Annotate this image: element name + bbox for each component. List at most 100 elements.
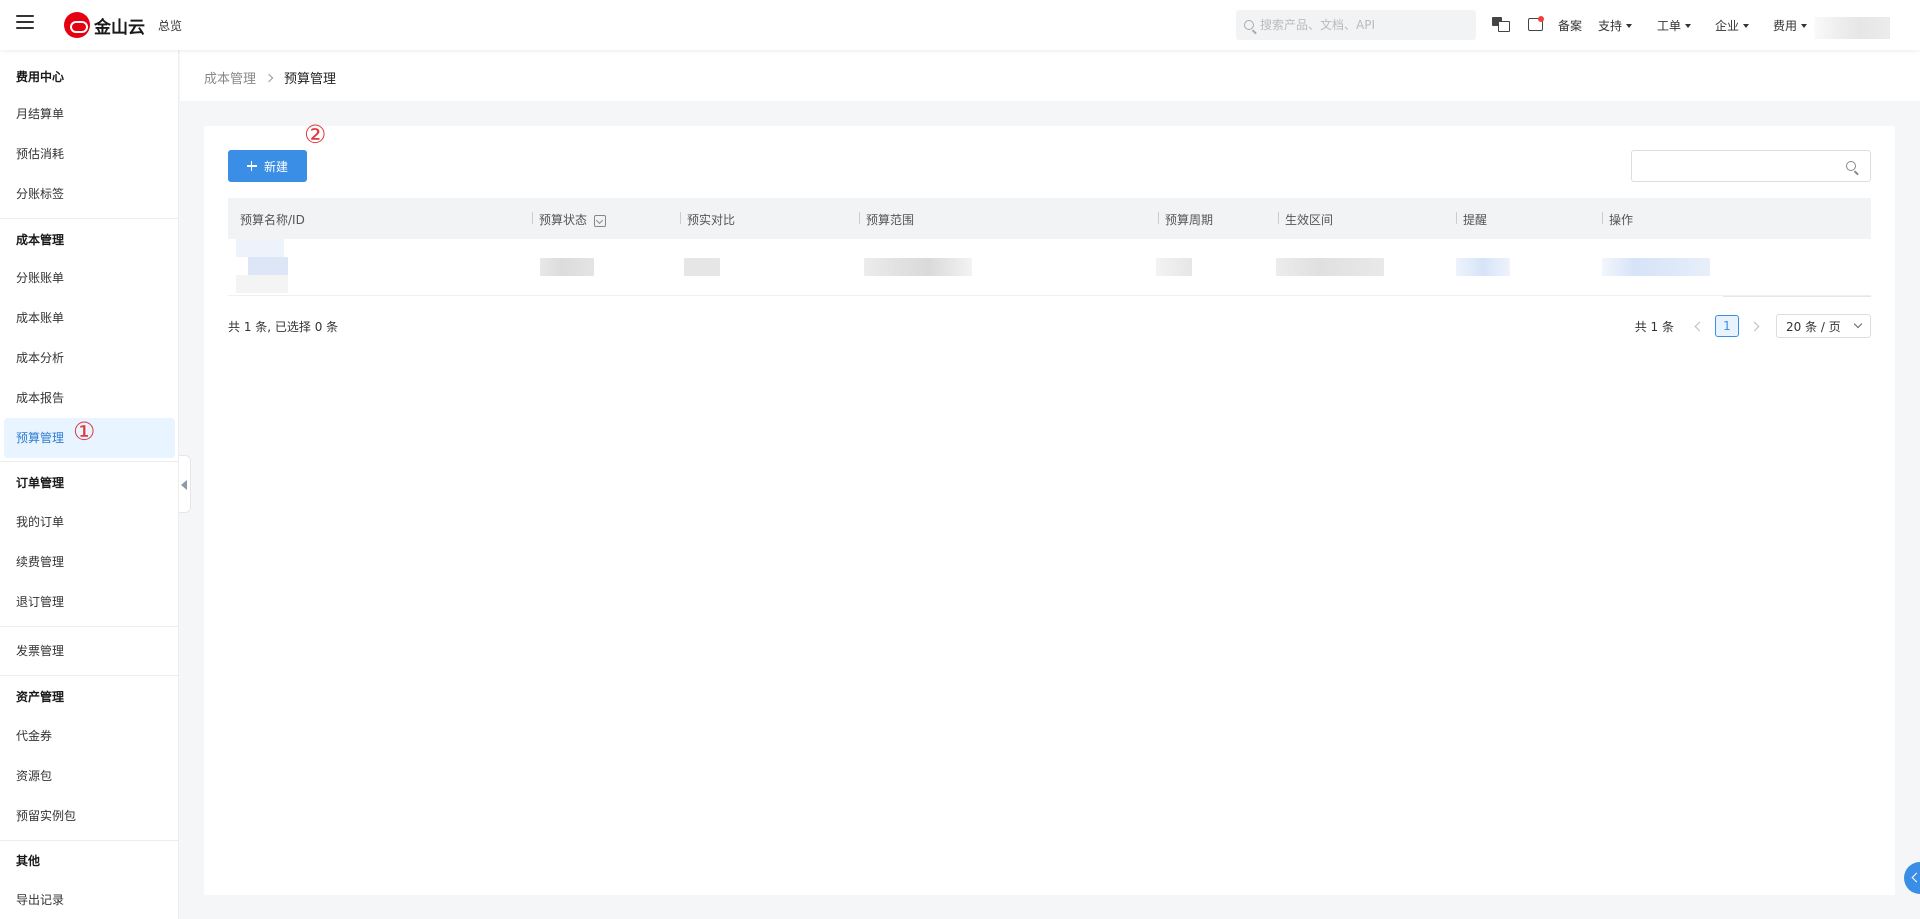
logo-text: 金山云 (94, 17, 145, 38)
sidebar-collapse-handle[interactable] (179, 455, 191, 513)
sidebar-item-unsubscribe-management[interactable]: 退订管理 (16, 593, 64, 610)
sidebar-group-other: 其他 (16, 854, 41, 868)
budget-period-cell (1156, 258, 1192, 276)
budget-status-cell (540, 258, 594, 276)
budget-scope-cell (864, 258, 972, 276)
actual-vs-cell (684, 258, 720, 276)
sidebar-item-voucher[interactable]: 代金券 (16, 727, 52, 744)
user-account[interactable] (1814, 17, 1890, 39)
overview-link[interactable]: 总览 (158, 17, 182, 34)
column-divider (859, 212, 860, 224)
column-header-status: 预算状态 (539, 211, 607, 228)
sidebar-group-cost-management: 成本管理 (16, 233, 65, 247)
table-row[interactable] (228, 239, 1871, 296)
column-divider (1602, 212, 1603, 224)
reminder-cell[interactable] (1456, 258, 1510, 276)
sidebar-item-cost-analysis[interactable]: 成本分析 (16, 349, 64, 366)
top-bar: 金山云 总览 备案 支持 工单 企业 费用 (0, 0, 1920, 50)
support-menu[interactable]: 支持 (1598, 17, 1633, 34)
column-divider (1278, 212, 1279, 224)
budget-search-input[interactable] (1640, 151, 1840, 181)
column-header-status-label: 预算状态 (539, 213, 588, 227)
enterprise-menu-label: 企业 (1715, 19, 1740, 33)
column-header-scope: 预算范围 (866, 213, 915, 227)
sidebar: 费用中心 月结算单 预估消耗 分账标签 成本管理 分账账单 成本账单 成本分析 … (0, 50, 179, 919)
row-actions-cell[interactable] (1602, 258, 1710, 276)
billing-menu-label: 费用 (1773, 19, 1798, 33)
budget-name-cell[interactable] (236, 239, 284, 257)
sidebar-item-cost-report[interactable]: 成本报告 (16, 389, 64, 406)
ticket-menu-label: 工单 (1657, 19, 1682, 33)
message-icon[interactable] (1527, 16, 1545, 32)
annotation-marker-1: ① (73, 417, 96, 446)
sidebar-group-billing-center: 费用中心 (16, 70, 65, 84)
support-menu-label: 支持 (1598, 19, 1623, 33)
breadcrumb-bar: 成本管理 预算管理 (180, 50, 1920, 101)
ticket-menu[interactable]: 工单 (1657, 17, 1692, 34)
caret-down-icon (1685, 23, 1692, 28)
billing-menu[interactable]: 费用 (1773, 17, 1808, 34)
global-search-input[interactable] (1260, 18, 1460, 32)
budget-name-cell[interactable] (248, 257, 288, 275)
search-icon (1244, 20, 1254, 30)
sidebar-item-estimated-consumption[interactable]: 预估消耗 (16, 145, 64, 162)
sidebar-divider (0, 626, 179, 627)
cloud-logo-icon (64, 12, 90, 38)
enterprise-menu[interactable]: 企业 (1715, 17, 1750, 34)
sidebar-item-split-tag[interactable]: 分账标签 (16, 185, 64, 202)
new-budget-button[interactable]: 新建 (228, 150, 307, 182)
chevron-right-icon (264, 73, 274, 82)
column-header-name-id: 预算名称/ID (240, 213, 305, 227)
budget-id-cell (236, 275, 288, 293)
page-number-button[interactable]: 1 (1715, 315, 1739, 337)
logo[interactable]: 金山云 (64, 12, 145, 38)
sidebar-item-budget-management[interactable]: 预算管理 (16, 429, 64, 446)
filter-icon[interactable] (594, 214, 607, 227)
column-divider (1158, 212, 1159, 224)
sidebar-item-resource-package[interactable]: 资源包 (16, 767, 52, 784)
chevron-left-icon[interactable] (1694, 321, 1705, 331)
hamburger-menu-icon[interactable] (16, 15, 34, 31)
caret-down-icon (1801, 23, 1808, 28)
breadcrumb-parent[interactable]: 成本管理 (204, 68, 256, 87)
sidebar-item-reserved-instance[interactable]: 预留实例包 (16, 807, 76, 824)
breadcrumb-current: 预算管理 (284, 72, 337, 87)
budget-search[interactable] (1631, 150, 1871, 182)
sidebar-divider (0, 461, 179, 462)
sidebar-item-invoice-management[interactable]: 发票管理 (16, 642, 64, 659)
selection-summary: 共 1 条, 已选择 0 条 (228, 320, 339, 334)
sidebar-divider (0, 675, 179, 676)
effective-range-cell (1276, 258, 1384, 276)
search-icon[interactable] (1846, 161, 1856, 171)
chevron-right-icon[interactable] (1749, 321, 1760, 331)
column-header-effective-range: 生效区间 (1285, 213, 1334, 227)
column-header-actions: 操作 (1609, 213, 1634, 227)
caret-down-icon (1743, 23, 1750, 28)
global-search[interactable] (1236, 10, 1476, 40)
column-header-period: 预算周期 (1165, 213, 1214, 227)
sidebar-item-cost-bill[interactable]: 成本账单 (16, 309, 64, 326)
filing-link[interactable]: 备案 (1558, 17, 1582, 34)
floating-expand-button[interactable] (1904, 862, 1920, 894)
column-divider (680, 212, 681, 224)
sidebar-item-renewal-management[interactable]: 续费管理 (16, 553, 64, 570)
table-header: 预算名称/ID 预算状态 预实对比 预算范围 预算周期 生效区间 提醒 操作 (228, 198, 1871, 239)
sidebar-item-my-orders[interactable]: 我的订单 (16, 513, 64, 530)
page-size-select[interactable]: 20 条 / 页 (1776, 314, 1871, 338)
chevron-down-icon (1853, 319, 1863, 329)
sidebar-item-split-bill[interactable]: 分账账单 (16, 269, 64, 286)
column-divider (532, 212, 533, 224)
caret-down-icon (1626, 23, 1633, 28)
budget-list-card: 新建 ② 预算名称/ID 预算状态 预实对比 预算范围 预算周期 生效区间 提醒… (204, 122, 1895, 895)
sidebar-item-monthly-bill[interactable]: 月结算单 (16, 105, 64, 122)
language-switch-icon[interactable] (1492, 16, 1510, 32)
sidebar-item-export-records[interactable]: 导出记录 (16, 891, 64, 908)
breadcrumb: 成本管理 预算管理 (204, 68, 336, 87)
column-header-actual-vs: 预实对比 (687, 213, 736, 227)
plus-icon (246, 161, 257, 171)
table-bottom-divider (1723, 296, 1871, 297)
new-budget-button-label: 新建 (263, 159, 288, 174)
sidebar-group-order-management: 订单管理 (16, 476, 65, 490)
sidebar-divider (0, 840, 179, 841)
annotation-marker-2: ② (304, 120, 327, 149)
